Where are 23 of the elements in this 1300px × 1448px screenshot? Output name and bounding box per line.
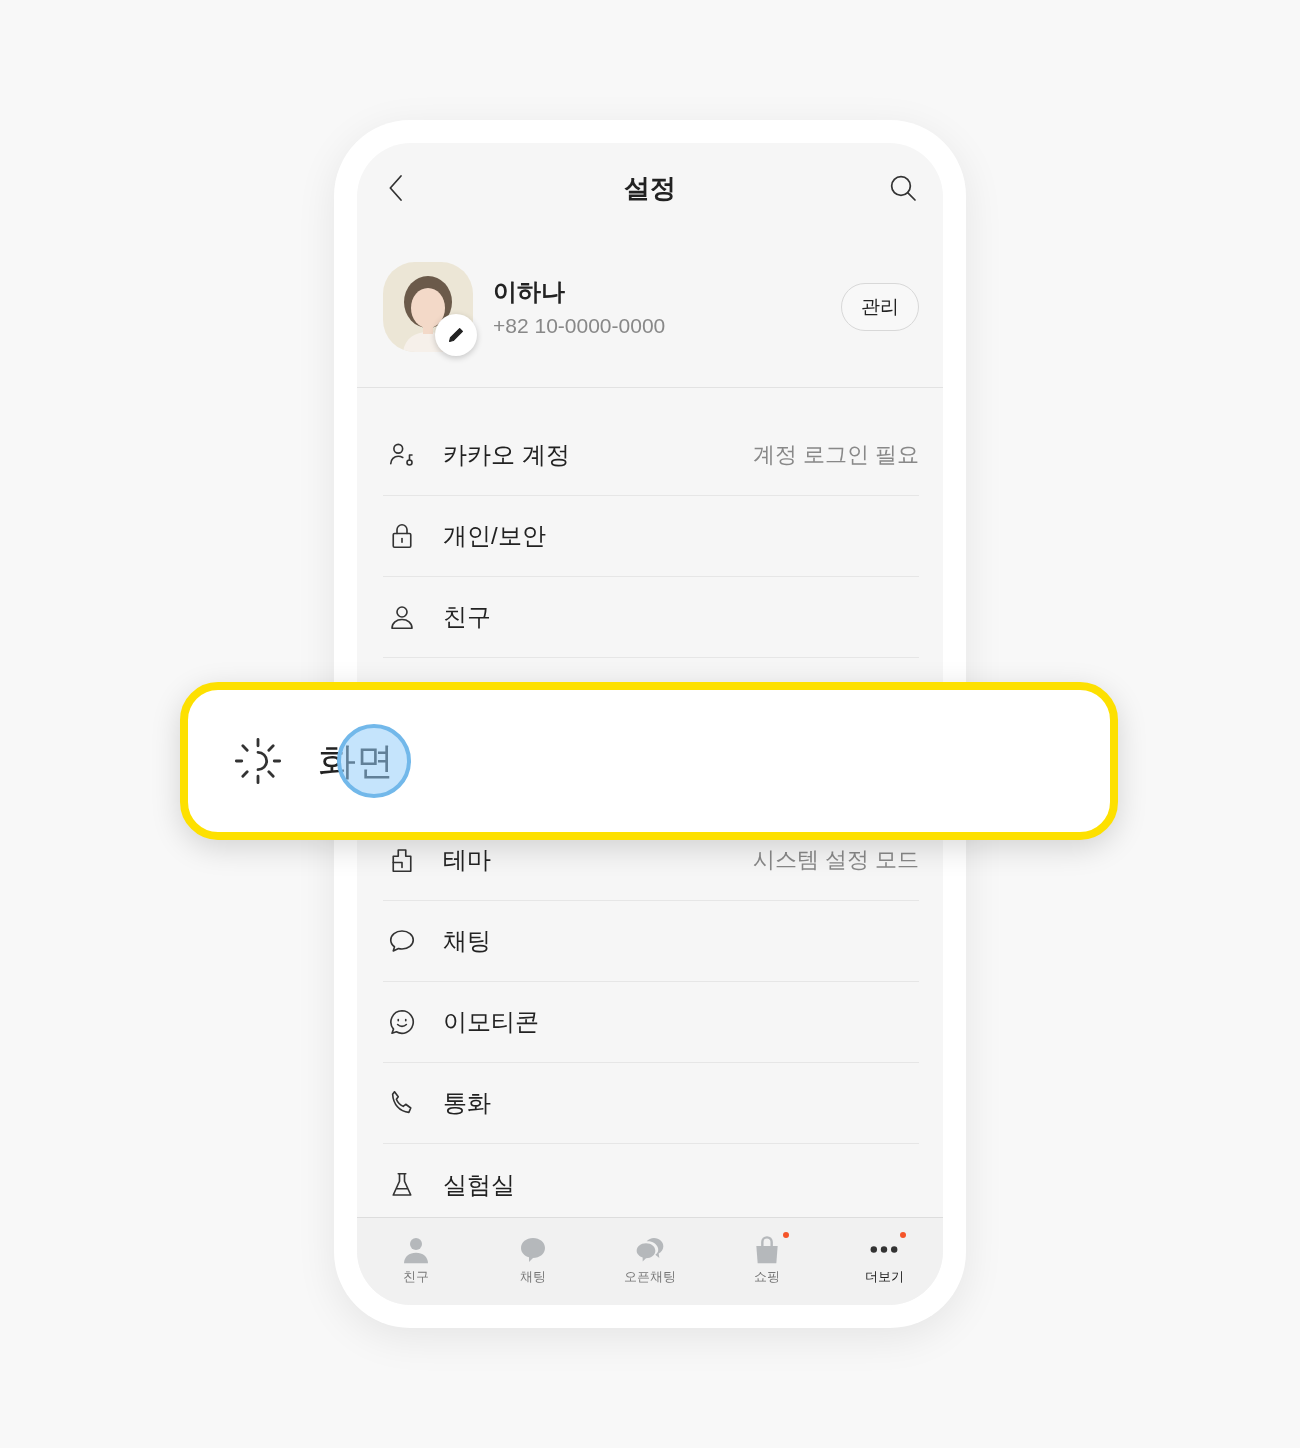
menu-item[interactable]: 이모티콘 — [443, 1006, 919, 1038]
menu-item[interactable]: 카카오 계정 — [443, 439, 727, 471]
more-dots-icon — [869, 1245, 900, 1253]
nav-tab[interactable]: 쇼핑 — [708, 1218, 826, 1301]
menu-value: 시스템 설정 모드 — [752, 846, 919, 874]
menu-item[interactable]: 친구 — [443, 601, 919, 633]
sun-icon — [232, 735, 284, 787]
screen-title: 설정 — [624, 171, 676, 205]
manage-button[interactable]: 관리 — [841, 283, 919, 331]
menu-value: 계정 로그인 필요 — [752, 441, 919, 469]
nav-tab[interactable]: 채팅 — [474, 1218, 592, 1301]
edit-photo-button[interactable] — [435, 314, 477, 356]
nav-tab[interactable]: 친구 — [357, 1218, 475, 1301]
menu-item[interactable]: 테마 — [443, 844, 727, 876]
profile-name: 이하나 — [493, 277, 566, 307]
menu-item[interactable]: 채팅 — [443, 925, 919, 957]
smiley-bubble-icon — [387, 1007, 417, 1037]
menu-item[interactable]: 개인/보안 — [443, 520, 919, 552]
nav-tab[interactable]: 더보기 — [825, 1218, 943, 1301]
phone-number: +82 10-0000-0000 — [493, 314, 667, 338]
nav-tab[interactable]: 오픈채팅 — [591, 1218, 709, 1301]
menu-item[interactable]: 통화 — [443, 1087, 919, 1119]
menu-item[interactable]: 실험실 — [443, 1168, 919, 1201]
